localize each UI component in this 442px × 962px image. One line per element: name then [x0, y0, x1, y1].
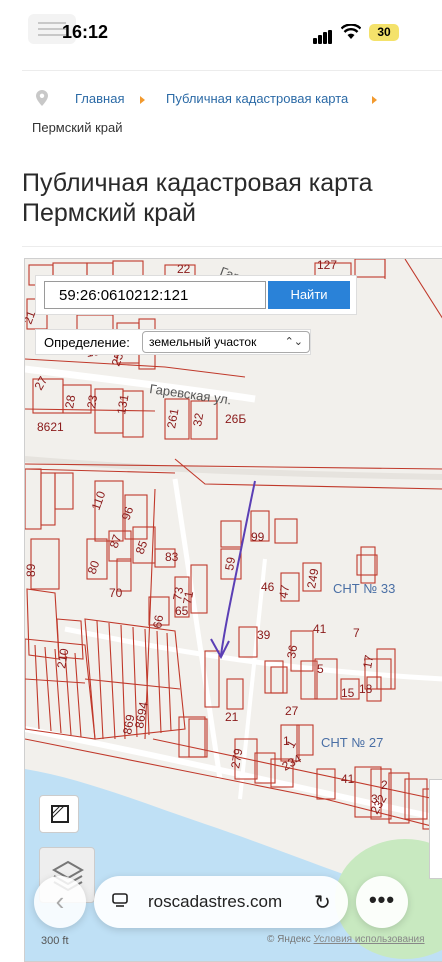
parcel-number-label: 71 [180, 590, 196, 606]
wifi-icon [341, 24, 361, 39]
parcel-number-label: 36 [284, 644, 300, 660]
title-divider [22, 246, 442, 247]
parcel-number-label: 110 [89, 489, 109, 512]
location-pin-icon [36, 90, 48, 106]
page-title-line2: Пермский край [22, 199, 196, 227]
parcel-number-label: 28 [62, 394, 78, 410]
parcel-number-label: 27 [31, 374, 50, 393]
parcel-number-label: 261 [164, 407, 181, 429]
parcel-number-label: 89 [25, 563, 38, 577]
parcel-number-label: 249 [304, 567, 321, 589]
parcel-number-label: 8621 [37, 420, 64, 434]
page-title-line1: Публичная кадастровая карта [22, 169, 373, 197]
breadcrumb-link-home[interactable]: Главная [75, 91, 124, 106]
map-attribution: © Яндекс Условия использования [267, 934, 425, 945]
zoom-controls[interactable] [429, 779, 442, 879]
map-area-label: СНТ № 27 [321, 735, 383, 750]
map-area-label: СНТ № 33 [333, 581, 395, 596]
parcel-number-label: 32 [190, 412, 206, 428]
parcel-number-label: 99 [251, 530, 265, 544]
parcel-number-label: 96 [119, 504, 137, 522]
parcel-number-label: 27 [285, 704, 299, 718]
chevron-right-icon [372, 96, 377, 104]
chevron-right-icon [140, 96, 145, 104]
cadastral-map[interactable]: 221272119/125127282313186212613226Б11096… [24, 258, 442, 962]
parcel-number-label: 41 [341, 772, 355, 786]
parcel-number-label: 66 [150, 614, 166, 630]
parcel-number-label: 131 [114, 393, 131, 415]
cellular-signal-icon [313, 26, 333, 44]
chevron-updown-icon: ⌃⌄ [284, 336, 303, 348]
parcel-number-label: 127 [317, 259, 337, 272]
definition-select[interactable]: земельный участок ⌃⌄ [142, 331, 310, 353]
back-button[interactable]: ‹ [34, 876, 86, 928]
tabs-icon [112, 893, 128, 907]
header-divider [22, 70, 442, 71]
parcel-number-label: 41 [313, 622, 327, 636]
parcel-number-label: 46 [261, 580, 275, 594]
parcel-number-label: 210 [54, 647, 71, 669]
parcel-number-label: 17 [360, 654, 376, 670]
parcel-number-label: 7 [353, 626, 360, 640]
definition-label: Определение: [44, 335, 130, 350]
ruler-button[interactable] [39, 795, 79, 833]
definition-panel: Определение: земельный участок ⌃⌄ [35, 329, 311, 355]
parcel-number-label: 39 [257, 628, 271, 642]
parcel-number-label: 21 [225, 710, 239, 724]
parcel-number-label: 2 [381, 778, 388, 792]
terms-of-use-link[interactable]: Условия использования [314, 934, 425, 945]
parcel-number-label: 83 [165, 550, 179, 564]
status-bar: 16:12 30 [0, 0, 442, 62]
scale-bar: 300 ft [41, 935, 69, 947]
browser-toolbar: ‹ roscadastres.com ↻ ••• [0, 872, 442, 932]
search-button[interactable]: Найти [268, 281, 350, 309]
parcel-number-label: 18 [359, 682, 373, 696]
breadcrumb-link-cadastral-map[interactable]: Публичная кадастровая карта [166, 91, 348, 106]
parcel-number-label: 5 [317, 662, 324, 676]
status-time: 16:12 [62, 22, 109, 42]
address-bar[interactable]: roscadastres.com ↻ [94, 876, 348, 928]
parcel-number-label: 70 [109, 586, 123, 600]
parcel-number-label: 1 [283, 734, 290, 748]
definition-select-value: земельный участок [149, 335, 257, 349]
parcel-number-label: 59 [222, 556, 238, 572]
parcel-number-label: 47 [276, 584, 292, 600]
parcel-number-label: 65 [175, 604, 189, 618]
parcel-number-label: 8694 [132, 700, 150, 729]
ellipsis-icon: ••• [368, 887, 396, 912]
cadastral-number-input[interactable] [44, 281, 266, 309]
chevron-left-icon: ‹ [55, 886, 65, 916]
parcel-number-label: 23 [84, 394, 100, 410]
attribution-copyright: © Яндекс [267, 934, 311, 945]
battery-indicator: 30 [369, 24, 399, 41]
parcel-number-label: 3 [371, 792, 378, 806]
url-text: roscadastres.com [148, 892, 283, 911]
page-title: Публичная кадастровая карта Пермский кра… [22, 168, 442, 228]
parcel-number-label: 85 [133, 538, 151, 556]
parcel-number-label: 22 [177, 262, 191, 276]
parcel-number-label: 26Б [225, 412, 246, 426]
parcel-number-label: 15 [341, 686, 355, 700]
cadastral-search-panel: Найти [35, 275, 357, 315]
reload-icon[interactable]: ↻ [314, 890, 331, 915]
breadcrumb-current: Пермский край [32, 120, 123, 135]
more-options-button[interactable]: ••• [356, 876, 408, 928]
ruler-icon [51, 805, 69, 823]
